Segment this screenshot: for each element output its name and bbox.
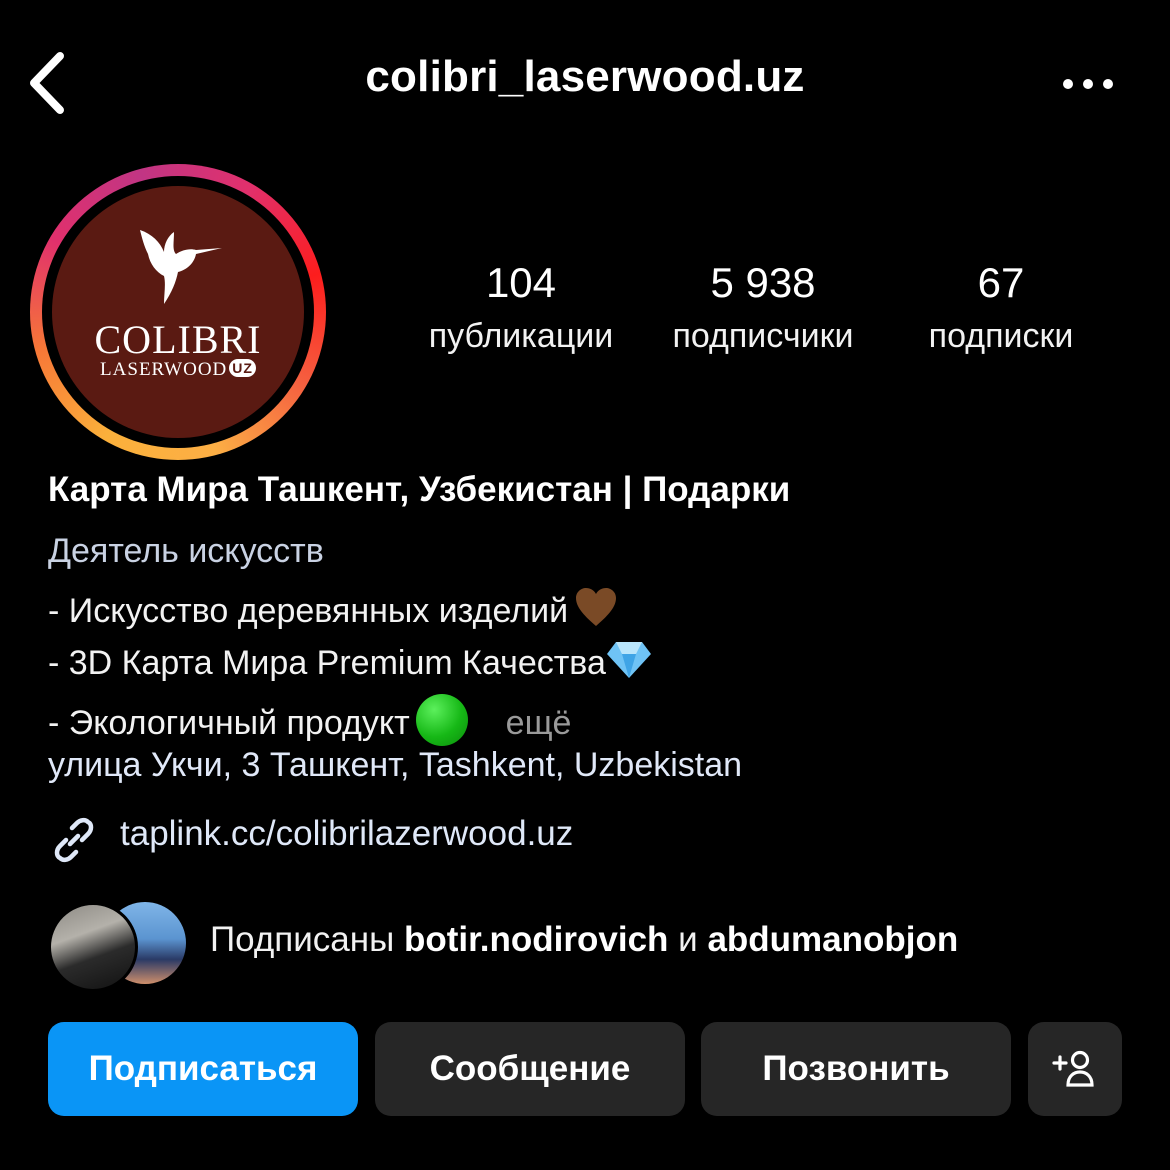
bio-more-link[interactable]: ещё [506,704,572,742]
profile-avatar[interactable]: COLIBRI LASERWOOD UZ [52,186,304,438]
follow-button[interactable]: Подписаться [48,1022,358,1116]
posts-count: 104 [485,259,557,306]
following-count: 67 [977,259,1025,306]
mutual-follower-avatar-1[interactable] [48,902,138,992]
add-person-icon [1052,1050,1094,1087]
green-circle-icon [415,694,468,746]
hummingbird-logo-icon [140,230,222,304]
profile-username-title: colibri_laserwood.uz [365,52,805,101]
following-label: подписки [928,317,1074,355]
logo-wordmark: COLIBRI [94,317,262,362]
followers-count: 5 938 [710,259,816,306]
followers-label: подписчики [672,317,854,355]
posts-label: публикации [428,317,614,355]
logo-subtitle: LASERWOOD UZ [52,359,304,381]
brown-heart-icon [576,588,617,626]
more-options-button[interactable] [1060,70,1116,98]
call-button[interactable]: Позвонить [701,1022,1011,1116]
profile-address[interactable]: улица Укчи, 3 Ташкент, Tashkent, Uzbekis… [48,746,742,785]
message-button[interactable]: Сообщение [375,1022,685,1116]
profile-display-name: Карта Мира Ташкент, Узбекистан | Подарки [48,470,791,509]
profile-website-link[interactable]: taplink.cc/colibrilazerwood.uz [120,814,573,854]
stat-followers[interactable]: 5 938 подписчики [650,258,876,360]
profile-category: Деятель искусств [48,532,324,570]
bio-line-1: - Искусство деревянных изделий [48,586,618,631]
suggest-users-button[interactable] [1028,1022,1122,1116]
gem-icon [606,642,651,678]
stat-following[interactable]: 67 подписки [900,258,1102,360]
link-icon [54,817,94,863]
bio-line-3: - Экологичный продукт ещё [48,694,571,746]
more-horizontal-icon [1063,79,1113,89]
stat-posts[interactable]: 104 публикации [410,258,632,360]
mutual-followers-text[interactable]: Подписаны botir.nodirovich и abdumanobjo… [210,920,958,960]
bio-line-2: - 3D Карта Мира Premium Качества [48,640,652,683]
